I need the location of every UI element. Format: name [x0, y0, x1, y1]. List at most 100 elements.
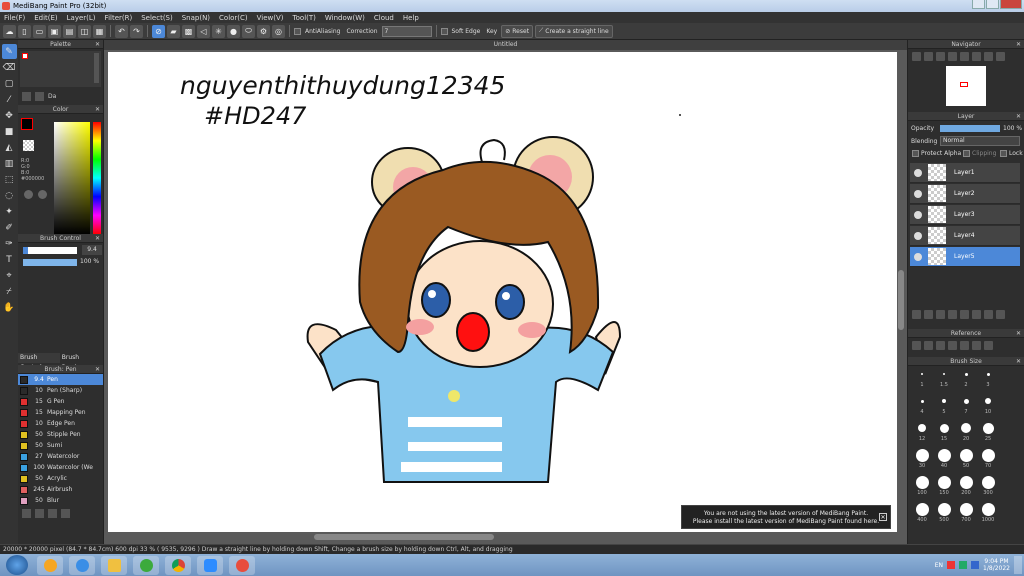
- divide-tool-icon[interactable]: ⌖: [2, 268, 17, 283]
- color-sv-picker[interactable]: [54, 122, 90, 234]
- blending-select[interactable]: Normal: [940, 136, 1020, 146]
- taskbar-zoom-icon[interactable]: [197, 555, 223, 575]
- brush-size-preset[interactable]: [981, 475, 995, 489]
- lock-checkbox[interactable]: [1000, 150, 1007, 157]
- straight-line-button[interactable]: ⟋ Create a straight line: [535, 24, 613, 38]
- snap-radial-icon[interactable]: ✳: [212, 24, 225, 38]
- menu-tool[interactable]: Tool(T): [293, 14, 316, 22]
- delete-layer-icon[interactable]: [984, 310, 993, 319]
- canvas-tab[interactable]: Untitled: [104, 40, 907, 50]
- print-icon[interactable]: ▦: [93, 24, 106, 38]
- reference-fit-icon[interactable]: [972, 341, 981, 350]
- brush-item[interactable]: 10 Edge Pen: [18, 418, 103, 429]
- layer-menu-icon[interactable]: [960, 310, 969, 319]
- menu-view[interactable]: View(V): [257, 14, 284, 22]
- reference-cloud-icon[interactable]: [912, 341, 921, 350]
- tray-volume-icon[interactable]: [971, 561, 980, 569]
- tab-brush-preview[interactable]: Brush Preview: [59, 353, 103, 371]
- add-brush-icon[interactable]: [22, 509, 31, 518]
- tray-network-icon[interactable]: [959, 561, 968, 569]
- correction-select[interactable]: 7: [381, 25, 432, 37]
- dot-tool-icon[interactable]: ▢: [2, 76, 17, 91]
- rotate-right-icon[interactable]: [972, 52, 981, 61]
- brush-size-preset[interactable]: [981, 448, 995, 462]
- antialias-checkbox[interactable]: [294, 27, 301, 35]
- menu-edit[interactable]: Edit(E): [34, 14, 57, 22]
- open-file-icon[interactable]: ▭: [33, 24, 46, 38]
- brush-size-preset[interactable]: [943, 373, 945, 375]
- brush-size-preset[interactable]: [920, 399, 924, 403]
- brush-size-preset[interactable]: [986, 372, 990, 376]
- hand-tool-icon[interactable]: ✋: [2, 300, 17, 315]
- brush-size-preset[interactable]: [985, 398, 991, 404]
- show-desktop-button[interactable]: [1014, 556, 1022, 574]
- brush-item[interactable]: 15 Mapping Pen: [18, 407, 103, 418]
- taskbar-media-player-icon[interactable]: [37, 555, 63, 575]
- zoom-in-icon[interactable]: [912, 52, 921, 61]
- brush-item[interactable]: 100 Watercolor (We: [18, 462, 103, 473]
- close-icon[interactable]: ✕: [1016, 357, 1021, 366]
- save-icon[interactable]: ▣: [48, 24, 61, 38]
- brush-size-preset[interactable]: [981, 502, 995, 516]
- brush-size-preset[interactable]: [959, 502, 973, 516]
- hue-slider[interactable]: [93, 122, 101, 234]
- new-8bit-layer-icon[interactable]: [936, 310, 945, 319]
- reference-actual-icon[interactable]: [984, 341, 993, 350]
- reference-open-icon[interactable]: [924, 341, 933, 350]
- close-icon[interactable]: ✕: [1016, 40, 1021, 49]
- new-layer-icon[interactable]: [912, 310, 921, 319]
- close-icon[interactable]: ✕: [95, 234, 100, 243]
- fill-rect-tool-icon[interactable]: ■: [2, 124, 17, 139]
- gradient-tool-icon[interactable]: ▥: [2, 156, 17, 171]
- layer-row[interactable]: Layer3: [910, 205, 1020, 225]
- reference-zoom-in-icon[interactable]: [948, 341, 957, 350]
- cloud-icon[interactable]: ☁: [3, 24, 16, 38]
- brush-size-preset[interactable]: [961, 423, 971, 433]
- close-button[interactable]: [1000, 0, 1022, 9]
- brush-size-preset[interactable]: [963, 398, 969, 404]
- brush-item[interactable]: 50 Blur: [18, 495, 103, 506]
- horizontal-scrollbar[interactable]: [314, 534, 494, 540]
- snap-settings-icon[interactable]: ⚙: [257, 24, 270, 38]
- brush-size-preset[interactable]: [964, 372, 968, 376]
- start-button[interactable]: [6, 555, 28, 575]
- zoom-fit-icon[interactable]: [936, 52, 945, 61]
- brush-item[interactable]: 27 Watercolor: [18, 451, 103, 462]
- rotate-reset-icon[interactable]: [984, 52, 993, 61]
- menu-layer[interactable]: Layer(L): [67, 14, 96, 22]
- navigator-viewport[interactable]: [960, 82, 968, 87]
- menu-filter[interactable]: Filter(R): [105, 14, 133, 22]
- menu-cloud[interactable]: Cloud: [374, 14, 394, 22]
- palette-scrollbar[interactable]: [94, 53, 99, 83]
- brush-size-preset[interactable]: [959, 475, 973, 489]
- snap-off-icon[interactable]: ⊘: [152, 24, 165, 38]
- move-tool-icon[interactable]: ✥: [2, 108, 17, 123]
- notice-close-icon[interactable]: ✕: [879, 513, 887, 521]
- rotate-left-icon[interactable]: [960, 52, 969, 61]
- actual-size-icon[interactable]: [948, 52, 957, 61]
- bucket-tool-icon[interactable]: ◭: [2, 140, 17, 155]
- visibility-icon[interactable]: [914, 189, 922, 198]
- brush-size-preset[interactable]: [937, 448, 951, 462]
- menu-file[interactable]: File(F): [4, 14, 25, 22]
- language-indicator[interactable]: EN: [935, 562, 943, 569]
- tab-brush-control[interactable]: Brush Control: [18, 353, 60, 371]
- minimize-button[interactable]: [972, 0, 985, 9]
- new-halftone-layer-icon[interactable]: [924, 310, 933, 319]
- export-icon[interactable]: ▤: [63, 24, 76, 38]
- snap-parallel-icon[interactable]: ▰: [167, 24, 180, 38]
- brush-size-value[interactable]: 9.4: [82, 245, 102, 255]
- reference-close-icon[interactable]: [936, 341, 945, 350]
- vertical-scrollbar[interactable]: [898, 270, 904, 330]
- brush-size-preset[interactable]: [915, 502, 929, 516]
- brush-size-slider[interactable]: [23, 247, 77, 254]
- reference-zoom-out-icon[interactable]: [960, 341, 969, 350]
- brush-size-preset[interactable]: [915, 475, 929, 489]
- menu-snap[interactable]: Snap(N): [182, 14, 210, 22]
- pen-tool-icon[interactable]: ✎: [1, 44, 17, 59]
- brush-size-preset[interactable]: [921, 373, 923, 375]
- visibility-icon[interactable]: [914, 168, 922, 177]
- brush-item[interactable]: 15 G Pen: [18, 396, 103, 407]
- select-eraser-tool-icon[interactable]: ✑: [2, 236, 17, 251]
- brush-item[interactable]: 50 Stipple Pen: [18, 429, 103, 440]
